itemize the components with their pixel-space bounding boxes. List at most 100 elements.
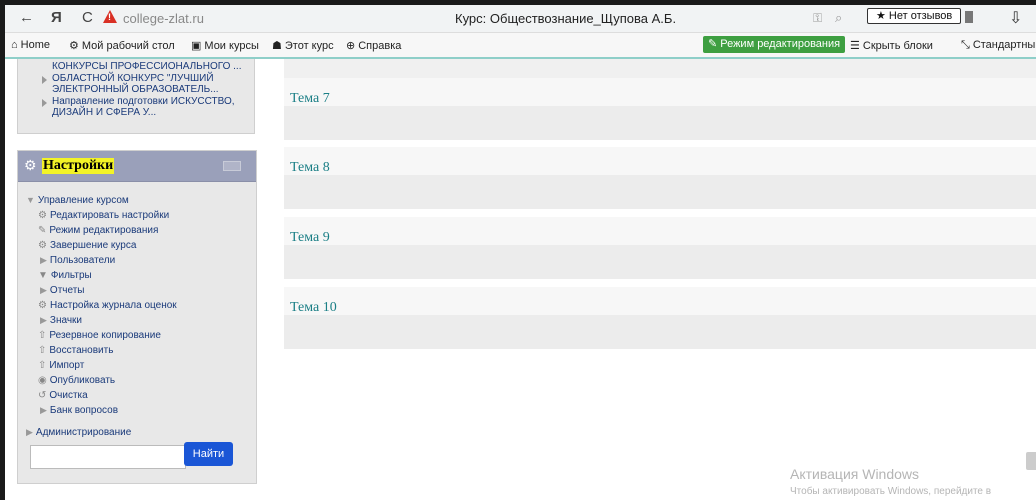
course-link[interactable]: Направление подготовки ИСКУССТВО, ДИЗАЙН… <box>42 96 252 118</box>
settings-item-label: Отчеты <box>49 285 85 296</box>
expand-icon: ▶ <box>40 315 47 325</box>
settings-item-label: Резервное копирование <box>49 330 161 341</box>
settings-item[interactable]: ⚙ Настройка журнала оценок <box>38 300 177 311</box>
settings-item[interactable]: ⚙ Завершение курса <box>38 240 136 251</box>
course-link[interactable]: ОБЛАСТНОЙ КОНКУРС "ЛУЧШИЙ ЭЛЕКТРОННЫЙ ОБ… <box>42 73 252 95</box>
moodle-navbar: ⌂ Home ⚙ Мой рабочий стол ▣ Мои курсы ☗ Этот… <box>5 33 1036 59</box>
settings-item-label: Очистка <box>49 390 88 401</box>
standard-view-label: Стандартный вид <box>972 39 1036 51</box>
edit-icon: ✎ <box>708 38 718 50</box>
yandex-icon[interactable]: Я <box>51 9 62 26</box>
windows-activation-subtitle: Чтобы активировать Windows, перейдите в <box>790 486 992 497</box>
reviews-button[interactable]: ★ Нет отзывов <box>867 8 962 24</box>
expand-icon: ▶ <box>40 255 47 265</box>
settings-item[interactable]: ▶ Банк вопросов <box>40 405 118 416</box>
shrink-icon: ⤡ <box>961 39 970 51</box>
expand-icon: ▶ <box>26 427 33 437</box>
bookmark-icon[interactable] <box>965 11 973 23</box>
gear-icon: ⚙ <box>38 210 47 221</box>
upload-icon: ⇧ <box>38 345 47 356</box>
topic-section: Тема 9 <box>284 217 1036 279</box>
settings-item-label: Редактировать настройки <box>49 210 170 221</box>
settings-item[interactable]: ◉ Опубликовать <box>38 375 115 386</box>
warning-icon[interactable]: ! <box>103 10 117 23</box>
settings-item[interactable]: ✎ Режим редактирования <box>38 225 158 236</box>
dashboard-icon: ⚙ <box>69 40 79 52</box>
upload-icon: ⇧ <box>38 330 47 341</box>
settings-search-input[interactable] <box>30 445 186 469</box>
topic-header <box>284 287 1036 315</box>
topic-title[interactable]: Тема 8 <box>290 160 330 176</box>
search-button[interactable]: Найти <box>184 442 233 466</box>
nav-help-label: Справка <box>358 40 402 52</box>
settings-item-label: Банк вопросов <box>49 405 119 416</box>
settings-item-label: Настройка журнала оценок <box>49 300 177 311</box>
settings-item[interactable]: ▼ Фильтры <box>38 270 92 281</box>
settings-item-label: Значки <box>49 315 82 326</box>
courses-icon: ▣ <box>191 40 202 52</box>
nav-dashboard[interactable]: ⚙ Мой рабочий стол <box>69 39 175 52</box>
settings-item-label: Импорт <box>49 360 85 371</box>
settings-item[interactable]: ⇧ Резервное копирование <box>38 330 161 341</box>
search-icon[interactable]: ⌕ <box>835 10 842 26</box>
nav-home-label: Home <box>20 39 50 51</box>
expand-icon: ▶ <box>40 285 47 295</box>
settings-item-label: Пользователи <box>49 255 116 266</box>
topic-title[interactable]: Тема 7 <box>290 91 330 107</box>
nav-home[interactable]: ⌂ Home <box>11 39 50 51</box>
course-admin-node[interactable]: ▼ Управление курсом <box>26 195 129 206</box>
pencil-icon: ✎ <box>38 225 47 236</box>
address-bar[interactable]: college-zlat.ru <box>123 11 204 26</box>
list-icon: ☰ <box>850 40 860 52</box>
scroll-to-top-button[interactable] <box>1026 452 1036 470</box>
settings-item[interactable]: ▶ Отчеты <box>40 285 85 296</box>
downloads-icon[interactable]: ⇩ <box>1009 8 1022 28</box>
hide-blocks-button[interactable]: ☰ Скрыть блоки <box>850 39 933 52</box>
topic-section: Тема 10 <box>284 287 1036 349</box>
nav-this-course[interactable]: ☗ Этот курс <box>272 39 334 52</box>
course-admin-label: Управление курсом <box>37 195 129 206</box>
sitemap-icon: ☗ <box>272 40 282 52</box>
nav-my-courses-label: Мои курсы <box>204 40 259 52</box>
filter-icon: ▼ <box>38 270 48 281</box>
course-link-label: ОБЛАСТНОЙ КОНКУРС "ЛУЧШИЙ ЭЛЕКТРОННЫЙ ОБ… <box>52 73 219 95</box>
topic-section: Тема 8 <box>284 147 1036 209</box>
windows-activation-title: Активация Windows <box>790 466 920 482</box>
settings-item[interactable]: ⇧ Восстановить <box>38 345 113 356</box>
course-link[interactable]: КОНКУРСЫ ПРОФЕССИОНАЛЬНОГО ... <box>52 61 252 72</box>
help-icon: ⊕ <box>346 40 356 52</box>
page-title: Курс: Обществознание_Щупова А.Б. <box>455 11 677 26</box>
back-icon[interactable]: ← <box>19 9 34 26</box>
settings-header: ⚙ Настройки <box>18 151 256 182</box>
expand-icon: ▶ <box>40 405 47 415</box>
reload-icon[interactable]: C <box>82 9 93 26</box>
settings-item[interactable]: ⇧ Импорт <box>38 360 84 371</box>
window-frame-left <box>0 0 5 500</box>
settings-item[interactable]: ⚙ Редактировать настройки <box>38 210 169 221</box>
topic-title[interactable]: Тема 9 <box>290 230 330 246</box>
collapse-block-icon[interactable] <box>223 161 241 171</box>
topic-header <box>284 78 1036 106</box>
reset-icon: ↺ <box>38 390 47 401</box>
nav-this-course-label: Этот курс <box>284 40 334 52</box>
topic-body <box>284 106 1036 140</box>
topic-header <box>284 147 1036 175</box>
key-icon[interactable]: ⚿ <box>813 11 822 26</box>
site-admin-node[interactable]: ▶ Администрирование <box>26 427 131 438</box>
settings-item-label: Опубликовать <box>49 375 116 386</box>
settings-item[interactable]: ↺ Очистка <box>38 390 88 401</box>
settings-item[interactable]: ▶ Пользователи <box>40 255 115 266</box>
edit-mode-button[interactable]: ✎ Режим редактирования <box>703 36 846 53</box>
edit-mode-label: Режим редактирования <box>720 38 841 50</box>
settings-item-label: Восстановить <box>49 345 114 356</box>
settings-item[interactable]: ▶ Значки <box>40 315 82 326</box>
upload-icon: ⇧ <box>38 360 47 371</box>
topic-title[interactable]: Тема 10 <box>290 300 337 316</box>
topic-body <box>284 175 1036 209</box>
nav-help[interactable]: ⊕ Справка <box>346 39 401 52</box>
nav-my-courses[interactable]: ▣ Мои курсы <box>191 39 259 52</box>
site-admin-label: Администрирование <box>35 427 132 438</box>
settings-title: Настройки <box>42 158 115 174</box>
topic-body <box>284 315 1036 349</box>
standard-view-button[interactable]: ⤡Стандартный вид <box>961 39 1036 52</box>
